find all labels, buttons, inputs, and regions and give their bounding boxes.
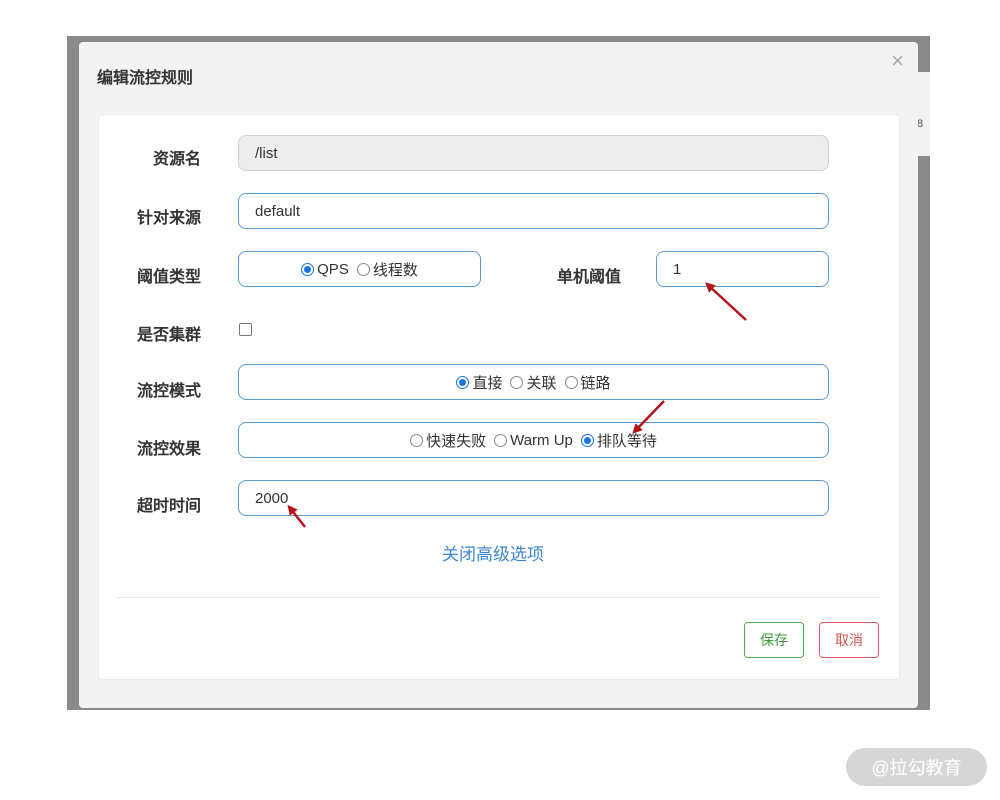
annotation-arrows — [287, 282, 747, 528]
arrow-to-timeout — [287, 504, 306, 528]
arrow-to-threshold — [705, 282, 747, 321]
watermark-badge: @拉勾教育 — [846, 748, 987, 786]
arrow-to-queue-wait — [632, 400, 665, 434]
